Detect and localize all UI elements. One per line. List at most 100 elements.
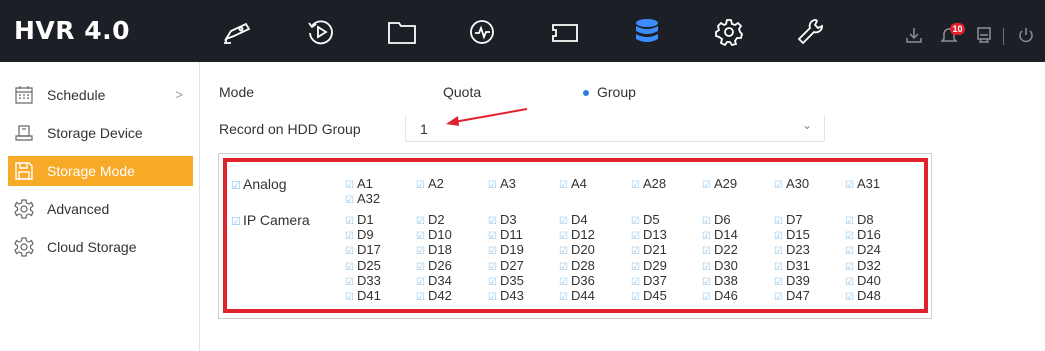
checkbox-checked-icon: ☑ <box>559 231 568 243</box>
checkbox-checked-icon: ☑ <box>416 231 425 243</box>
channel-checkbox[interactable]: ☑ D35 <box>488 273 524 288</box>
channel-checkbox[interactable]: ☑ D23 <box>774 243 810 257</box>
channel-checkbox[interactable]: ☑ A1 <box>345 177 373 191</box>
checkbox-checked-icon: ☑ <box>231 180 241 192</box>
channel-label: D8 <box>857 212 874 227</box>
channel-checkbox[interactable]: ☑ D46 <box>702 289 738 303</box>
channel-checkbox[interactable]: ☑ D29 <box>631 258 667 273</box>
group-checkbox-ip_camera[interactable]: ☑ IP Camera <box>231 212 310 228</box>
checkbox-checked-icon: ☑ <box>559 216 568 227</box>
live-view-camera-icon[interactable] <box>222 17 252 47</box>
channel-checkbox[interactable]: ☑ D43 <box>488 289 524 303</box>
channel-label: D6 <box>714 212 731 227</box>
channel-label: A28 <box>643 176 667 191</box>
channel-checkbox[interactable]: ☑ D26 <box>416 258 452 273</box>
channel-checkbox[interactable]: ☑ A29 <box>702 177 737 191</box>
power-icon[interactable] <box>1017 26 1035 44</box>
channel-checkbox[interactable]: ☑ D20 <box>559 243 595 257</box>
channel-checkbox[interactable]: ☑ D42 <box>416 289 452 303</box>
channel-checkbox[interactable]: ☑ A3 <box>488 177 516 191</box>
channel-checkbox[interactable]: ☑ D16 <box>845 228 881 242</box>
channel-checkbox[interactable]: ☑ D11 <box>488 228 523 242</box>
channel-checkbox[interactable]: ☑ A28 <box>631 177 666 191</box>
channel-checkbox[interactable]: ☑ A32 <box>345 192 380 206</box>
channel-checkbox[interactable]: ☑ A31 <box>845 177 880 191</box>
channel-checkbox[interactable]: ☑ D47 <box>774 289 810 303</box>
sidebar-item-cloud-storage[interactable]: Cloud Storage <box>8 232 193 262</box>
checkbox-checked-icon: ☑ <box>416 180 425 191</box>
channel-checkbox[interactable]: ☑ D2 <box>416 213 445 227</box>
maintenance-wrench-icon[interactable] <box>796 17 826 47</box>
channel-checkbox[interactable]: ☑ D48 <box>845 289 881 303</box>
channel-checkbox[interactable]: ☑ D7 <box>774 213 803 227</box>
playback-icon[interactable] <box>306 17 336 47</box>
channel-checkbox[interactable]: ☑ D12 <box>559 228 595 242</box>
checkbox-checked-icon: ☑ <box>488 231 497 243</box>
channel-checkbox[interactable]: ☑ D39 <box>774 272 810 288</box>
sidebar-item-schedule[interactable]: Schedule > <box>8 80 193 110</box>
channel-checkbox[interactable]: ☑ D30 <box>702 258 738 273</box>
checkbox-checked-icon: ☑ <box>416 261 425 273</box>
channel-checkbox[interactable]: ☑ D6 <box>702 213 731 227</box>
channel-checkbox[interactable]: ☑ D31 <box>774 258 810 273</box>
channel-checkbox[interactable]: ☑ D38 <box>702 273 738 288</box>
group-checkbox-analog[interactable]: ☑ Analog <box>231 176 287 192</box>
download-icon[interactable] <box>905 26 923 44</box>
checkbox-checked-icon: ☑ <box>631 231 640 243</box>
sidebar-item-storage-mode[interactable]: Storage Mode <box>8 156 193 186</box>
channel-checkbox[interactable]: ☑ D15 <box>774 228 810 242</box>
channel-checkbox[interactable]: ☑ D21 <box>631 243 667 257</box>
channel-label: D17 <box>357 242 381 258</box>
channel-checkbox[interactable]: ☑ D36 <box>559 273 595 288</box>
channel-checkbox[interactable]: ☑ D13 <box>631 228 667 242</box>
channel-checkbox[interactable]: ☑ D18 <box>416 243 452 257</box>
channel-checkbox[interactable]: ☑ D28 <box>559 258 595 273</box>
channel-label: D7 <box>786 212 803 227</box>
channel-checkbox[interactable]: ☑ D24 <box>845 243 881 257</box>
channel-checkbox[interactable]: ☑ D27 <box>488 258 524 273</box>
radio-quota[interactable]: Quota <box>443 84 481 100</box>
sidebar-item-storage-device[interactable]: Storage Device <box>8 118 193 148</box>
channel-checkbox[interactable]: ☑ D37 <box>631 273 667 288</box>
radio-group[interactable]: Group <box>597 84 636 100</box>
channel-label: D39 <box>786 272 810 288</box>
file-management-icon[interactable] <box>387 17 417 47</box>
channel-checkbox[interactable]: ☑ D14 <box>702 228 738 242</box>
checkbox-checked-icon: ☑ <box>845 216 854 227</box>
system-settings-gear-icon[interactable] <box>714 17 744 47</box>
channel-checkbox[interactable]: ☑ A30 <box>774 177 809 191</box>
channel-checkbox[interactable]: ☑ D1 <box>345 213 374 227</box>
channel-checkbox[interactable]: ☑ D3 <box>488 213 517 227</box>
annotation-arrow <box>446 108 528 126</box>
monitor-icon[interactable] <box>975 26 993 44</box>
channel-label: A30 <box>786 176 810 191</box>
channel-checkbox[interactable]: ☑ D34 <box>416 273 452 288</box>
storage-icon[interactable] <box>632 17 662 47</box>
channel-checkbox[interactable]: ☑ D4 <box>559 213 588 227</box>
channel-checkbox[interactable]: ☑ D19 <box>488 243 524 257</box>
channel-checkbox[interactable]: ☑ A4 <box>559 177 587 191</box>
channel-checkbox[interactable]: ☑ A2 <box>416 177 444 191</box>
channel-checkbox[interactable]: ☑ D32 <box>845 258 881 273</box>
checkbox-checked-icon: ☑ <box>845 261 854 273</box>
channel-checkbox[interactable]: ☑ D17 <box>345 243 381 257</box>
channel-label: D15 <box>786 227 810 243</box>
channel-checkbox[interactable]: ☑ D8 <box>845 213 874 227</box>
channel-checkbox[interactable]: ☑ D22 <box>702 243 738 257</box>
channel-checkbox[interactable]: ☑ D40 <box>845 273 881 288</box>
channel-checkbox[interactable]: ☑ D25 <box>345 258 381 273</box>
smart-analysis-icon[interactable] <box>467 17 497 47</box>
configuration-icon[interactable] <box>550 17 580 47</box>
radio-group-selected-dot[interactable] <box>583 90 589 96</box>
channel-checkbox[interactable]: ☑ D41 <box>345 289 381 303</box>
channel-checkbox[interactable]: ☑ D5 <box>631 213 660 227</box>
channel-checkbox[interactable]: ☑ D33 <box>345 273 381 288</box>
sidebar-item-advanced[interactable]: Advanced <box>8 194 193 224</box>
channel-label: D12 <box>571 227 595 243</box>
channel-checkbox[interactable]: ☑ D45 <box>631 289 667 303</box>
channel-checkbox[interactable]: ☑ D10 <box>416 228 452 242</box>
checkbox-checked-icon: ☑ <box>488 216 497 227</box>
checkbox-checked-icon: ☑ <box>845 276 854 288</box>
channel-checkbox[interactable]: ☑ D9 <box>345 228 374 242</box>
channel-checkbox[interactable]: ☑ D44 <box>559 289 595 303</box>
